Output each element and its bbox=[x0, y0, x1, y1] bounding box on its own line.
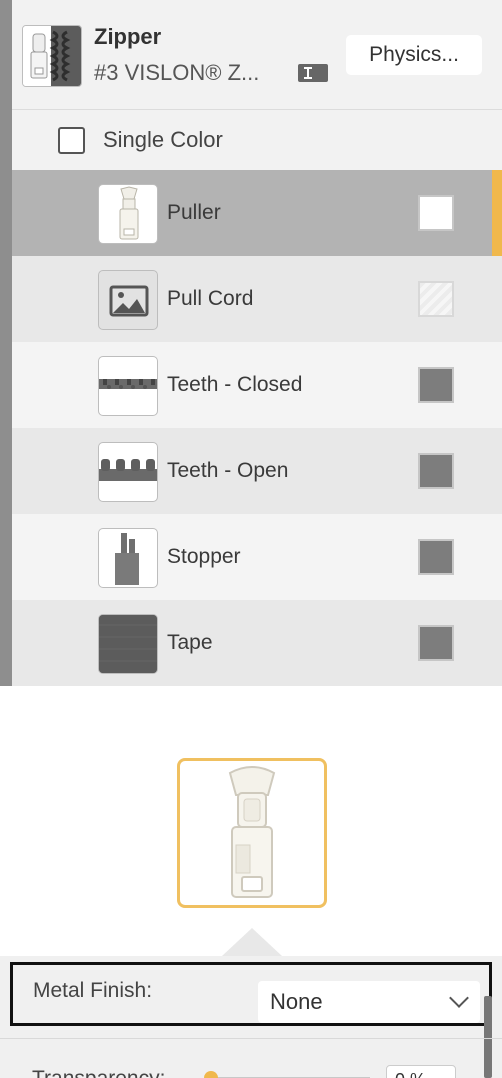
material-header: Zipper #3 VISLON® Z... Physics... bbox=[12, 0, 502, 110]
physics-button[interactable]: Physics... bbox=[346, 35, 482, 75]
zipper-thumbnail bbox=[22, 25, 82, 87]
chevron-down-icon bbox=[449, 988, 469, 1008]
material-subtitle: #3 VISLON® Z... bbox=[94, 60, 260, 85]
part-row-stopper[interactable]: Stopper bbox=[12, 514, 502, 600]
stopper-icon bbox=[98, 528, 158, 588]
color-swatch-stopper[interactable] bbox=[418, 539, 454, 575]
metal-finish-select[interactable]: None bbox=[258, 981, 480, 1023]
part-label: Tape bbox=[167, 631, 213, 654]
preview-area bbox=[0, 686, 502, 956]
properties-panel: Metal Finish: None Transparency: 0 % bbox=[0, 956, 502, 1078]
part-label: Pull Cord bbox=[167, 287, 254, 310]
puller-icon bbox=[98, 184, 158, 244]
image-placeholder-icon bbox=[98, 270, 158, 330]
text-cursor-icon[interactable] bbox=[298, 64, 328, 82]
selection-indicator bbox=[492, 170, 502, 256]
metal-finish-row: Metal Finish: None bbox=[10, 962, 492, 1026]
part-row-teeth-open[interactable]: Teeth - Open bbox=[12, 428, 502, 514]
metal-finish-value: None bbox=[270, 989, 323, 1014]
tape-icon bbox=[98, 614, 158, 674]
preview-pointer bbox=[222, 928, 282, 956]
parts-list: Puller Pull Cord Teeth - Closed Teeth - … bbox=[12, 170, 502, 686]
transparency-label: Transparency: bbox=[32, 1067, 165, 1078]
teeth-closed-icon bbox=[98, 356, 158, 416]
color-swatch-teeth-open[interactable] bbox=[418, 453, 454, 489]
part-row-puller[interactable]: Puller bbox=[12, 170, 502, 256]
color-swatch-pull-cord[interactable] bbox=[418, 281, 454, 317]
color-swatch-teeth-closed[interactable] bbox=[418, 367, 454, 403]
metal-finish-label: Metal Finish: bbox=[33, 979, 153, 1002]
teeth-open-icon bbox=[98, 442, 158, 502]
transparency-input[interactable]: 0 % bbox=[386, 1065, 456, 1078]
puller-preview[interactable] bbox=[177, 758, 327, 908]
color-swatch-tape[interactable] bbox=[418, 625, 454, 661]
color-swatch-puller[interactable] bbox=[418, 195, 454, 231]
part-label: Teeth - Closed bbox=[167, 373, 303, 396]
single-color-label: Single Color bbox=[103, 127, 223, 152]
transparency-row: Transparency: 0 % bbox=[0, 1038, 502, 1078]
part-label: Teeth - Open bbox=[167, 459, 289, 482]
part-row-teeth-closed[interactable]: Teeth - Closed bbox=[12, 342, 502, 428]
single-color-checkbox[interactable] bbox=[58, 127, 85, 154]
part-label: Stopper bbox=[167, 545, 241, 568]
part-label: Puller bbox=[167, 201, 221, 224]
transparency-slider-knob[interactable] bbox=[204, 1071, 218, 1078]
material-title: Zipper bbox=[94, 24, 162, 49]
part-row-tape[interactable]: Tape bbox=[12, 600, 502, 686]
left-accent-bar bbox=[0, 0, 12, 686]
single-color-row: Single Color bbox=[12, 110, 502, 170]
part-row-pull-cord[interactable]: Pull Cord bbox=[12, 256, 502, 342]
